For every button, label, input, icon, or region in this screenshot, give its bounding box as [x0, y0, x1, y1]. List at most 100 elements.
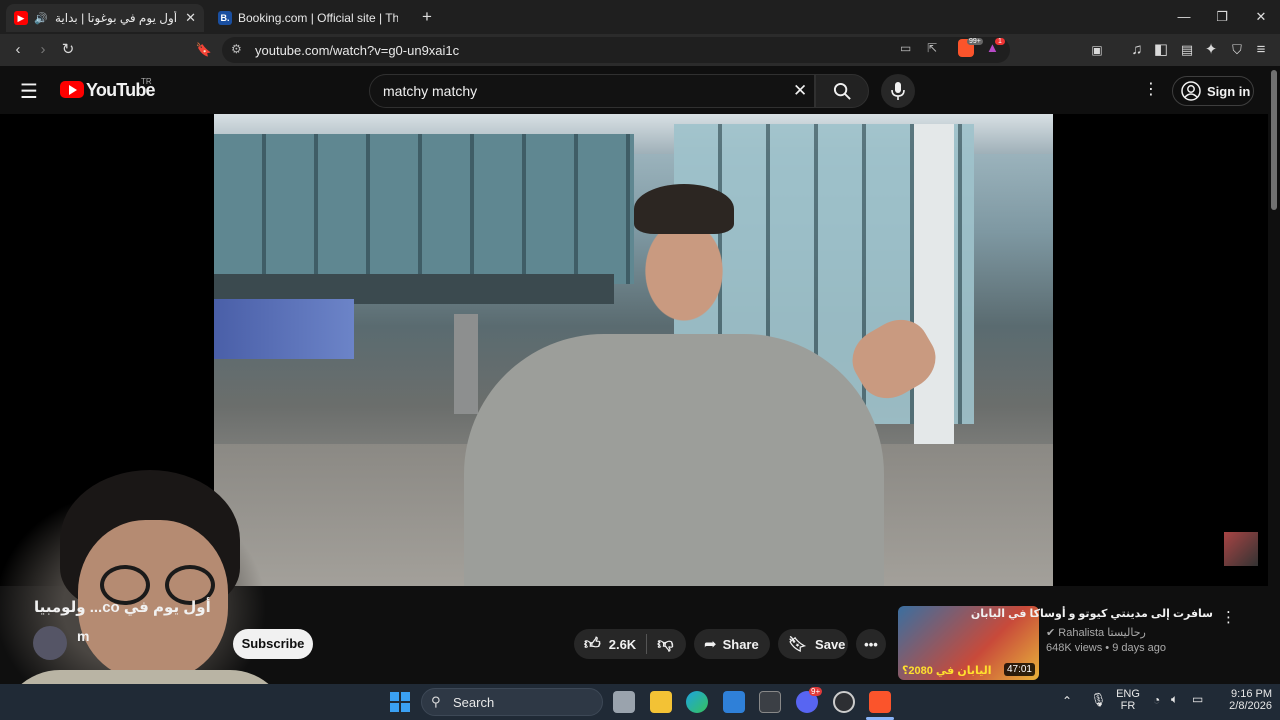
media-icon[interactable]: ♫ [1127, 40, 1147, 60]
video-frame[interactable] [214, 114, 1053, 586]
youtube-favicon-icon: ▶ [14, 11, 28, 25]
scrollbar-thumb[interactable] [1271, 70, 1277, 210]
country-code: TR [141, 77, 152, 86]
store-icon[interactable] [723, 691, 745, 713]
rewards-badge: 1 [995, 38, 1005, 45]
wifi-icon[interactable]: ◔ [1153, 693, 1160, 707]
menu-icon[interactable]: ≡ [1251, 40, 1271, 60]
cast-icon[interactable]: ▭ [900, 41, 911, 55]
like-icon[interactable]: 👍︎ [584, 635, 601, 654]
windows-taskbar: ⚲ Search 9+ ⌃ 🎙︎ ENG FR ◔ 🔈︎ ▭ 9:16 PM 2… [0, 684, 1280, 720]
video-title: أول يوم في co... ولومبيا [34, 599, 211, 616]
url-text: youtube.com/watch?v=g0-un9xai1c [255, 43, 460, 58]
recommended-channel[interactable]: ✔︎ Rahalista رحاليستا [1046, 626, 1146, 639]
clock[interactable]: 9:16 PM 2/8/2026 [1218, 688, 1272, 712]
save-label: Save [815, 636, 846, 652]
leo-ai-icon[interactable]: ✦ [1201, 40, 1221, 60]
lang-top: ENG [1116, 688, 1140, 700]
address-bar[interactable]: ⚙ youtube.com/watch?v=g0-un9xai1c ▭ ⇱ 99… [222, 37, 1010, 63]
start-icon[interactable] [390, 692, 410, 712]
youtube-header: ☰ YouTube TR matchy matchy ✕ ⋮ Sign in [0, 66, 1280, 114]
shields-badge: 99+ [967, 38, 983, 45]
sidebar-icon[interactable]: ◧ [1151, 40, 1171, 60]
subscribe-button[interactable]: Subscribe [233, 629, 313, 659]
file-explorer-icon[interactable] [650, 691, 672, 713]
more-horizontal-icon: ••• [864, 636, 878, 652]
tab-title: أول يوم في بوغوتا | بداية رحلتي [54, 11, 178, 25]
booking-favicon-icon: B. [218, 11, 232, 25]
share-icon: ➦ [704, 636, 717, 653]
like-dislike-group: 👍︎ 2.6K 👎︎ [574, 629, 686, 659]
restore-icon[interactable]: ❐ [1212, 8, 1232, 26]
minimize-icon[interactable]: — [1174, 8, 1194, 26]
share-button[interactable]: ➦ Share [694, 629, 770, 659]
audio-playing-icon[interactable]: 🔊 [34, 12, 48, 25]
search-button[interactable] [815, 74, 869, 108]
account-icon [1181, 81, 1201, 101]
wallet-icon[interactable]: ▤ [1177, 40, 1197, 60]
tray-overflow-icon[interactable]: ⌃ [1062, 694, 1072, 708]
site-info-icon[interactable]: ⚙ [231, 42, 242, 56]
thumbnail-caption: اليابان في 2080؟ [902, 665, 992, 677]
save-icon: 🔖︎ [788, 636, 808, 653]
search-input[interactable]: matchy matchy [383, 83, 477, 99]
browser-toolbar: ‹ › ↻ 🔖 ⚙ youtube.com/watch?v=g0-un9xai1… [0, 34, 1280, 66]
page-scrollbar[interactable] [1268, 66, 1280, 686]
taskbar-search-label: Search [453, 695, 495, 710]
recommended-meta: 648K views • 9 days ago [1046, 642, 1167, 654]
sign-in-button[interactable]: Sign in [1172, 76, 1254, 106]
search-icon [833, 82, 851, 100]
brave-taskbar-icon[interactable] [869, 691, 891, 713]
recommended-menu-icon[interactable]: ⋮ [1221, 608, 1236, 626]
lang-bottom: FR [1120, 700, 1136, 712]
task-view-icon[interactable] [613, 691, 635, 713]
save-button[interactable]: 🔖︎ Save [778, 629, 848, 659]
discord-badge: 9+ [809, 687, 823, 696]
edge-icon[interactable] [686, 691, 708, 713]
battery-icon[interactable]: ▭ [1192, 692, 1203, 706]
reload-icon[interactable]: ↻ [58, 40, 78, 60]
language-indicator[interactable]: ENG FR [1114, 688, 1142, 712]
dislike-icon[interactable]: 👎︎ [657, 635, 673, 654]
back-icon[interactable]: ‹ [8, 40, 28, 60]
video-duration: 47:01 [1003, 663, 1035, 676]
share-page-icon[interactable]: ⇱ [927, 41, 937, 55]
close-window-icon[interactable]: ✕ [1251, 8, 1271, 26]
recommended-channel-name: Rahalista رحاليستا [1058, 627, 1146, 639]
search-icon: ⚲ [431, 694, 441, 709]
channel-avatar[interactable] [33, 626, 67, 660]
voice-search-button[interactable] [881, 74, 915, 108]
more-actions-button[interactable]: ••• [856, 629, 886, 659]
webcam-overlay [0, 470, 290, 720]
recommended-title[interactable]: سافرت إلى مدينتي كيوتو و أوساكا في الياب… [971, 607, 1213, 620]
new-tab-button[interactable]: + [417, 8, 437, 26]
tab-booking[interactable]: B. Booking.com | Official site | The bes… [210, 4, 406, 32]
microphone-tray-icon[interactable]: 🎙︎ [1090, 692, 1107, 708]
channel-watermark[interactable] [1224, 532, 1258, 566]
search-box[interactable]: matchy matchy ✕ [369, 74, 815, 108]
sign-in-label: Sign in [1207, 83, 1251, 99]
close-tab-icon[interactable]: ✕ [185, 10, 196, 26]
tab-title: Booking.com | Official site | The best [238, 11, 398, 25]
microphone-icon [891, 82, 905, 100]
share-label: Share [722, 636, 759, 652]
volume-icon[interactable]: 🔈︎ [1171, 692, 1178, 707]
forward-icon[interactable]: › [33, 40, 53, 60]
time: 9:16 PM [1231, 688, 1272, 700]
date: 2/8/2026 [1229, 700, 1272, 712]
obs-icon[interactable] [833, 691, 855, 713]
guide-menu-icon[interactable]: ☰ [20, 79, 38, 104]
like-count[interactable]: 2.6K [609, 637, 636, 652]
reader-mode-icon[interactable]: ▣ [1087, 40, 1107, 60]
taskbar-search[interactable]: ⚲ Search [421, 688, 603, 716]
app-cube-icon[interactable] [759, 691, 781, 713]
verified-icon: ✔︎ [1046, 627, 1059, 639]
more-options-icon[interactable]: ⋮ [1143, 79, 1159, 99]
tab-youtube-video[interactable]: ▶ 🔊 أول يوم في بوغوتا | بداية رحلتي ✕ [6, 4, 204, 32]
vpn-icon[interactable]: ⛉ [1227, 40, 1247, 60]
channel-name[interactable]: m [77, 628, 89, 644]
youtube-logo-icon[interactable] [60, 81, 84, 98]
browser-tab-strip: ▶ 🔊 أول يوم في بوغوتا | بداية رحلتي ✕ B.… [0, 0, 1280, 34]
clear-search-icon[interactable]: ✕ [793, 81, 807, 101]
bookmark-icon[interactable]: 🔖 [194, 40, 214, 60]
